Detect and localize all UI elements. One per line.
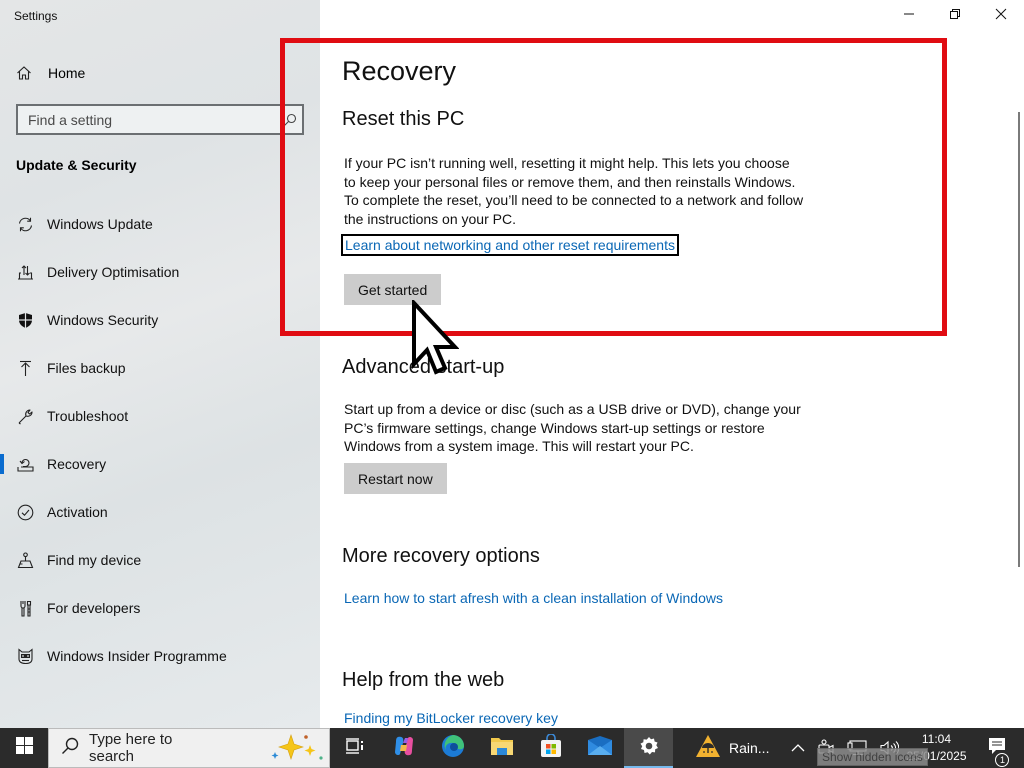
taskbar: Type here to search Rain... 11:04 25/01/…: [0, 728, 1024, 768]
sidebar-item-files-backup[interactable]: Files backup: [0, 344, 320, 392]
clock-date: 25/01/2025: [906, 749, 967, 763]
help-web-heading: Help from the web: [342, 669, 505, 691]
taskbar-search-box[interactable]: Type here to search: [48, 728, 330, 768]
recovery-icon: [16, 455, 34, 473]
notification-count-badge: 1: [995, 752, 1010, 767]
clean-install-link[interactable]: Learn how to start afresh with a clean i…: [344, 590, 723, 606]
get-started-button[interactable]: Get started: [344, 274, 442, 305]
minimize-button[interactable]: [886, 0, 932, 32]
home-icon: [16, 65, 32, 81]
system-tray: [791, 739, 900, 757]
shield-icon: [16, 311, 34, 329]
sidebar-item-for-developers[interactable]: For developers: [0, 584, 320, 632]
advanced-startup-heading: Advanced start-up: [342, 356, 505, 378]
reset-pc-description: If your PC isn’t running well, resetting…: [344, 155, 804, 227]
taskbar-task-view[interactable]: [330, 728, 379, 768]
restart-now-button[interactable]: Restart now: [344, 463, 447, 494]
sidebar-item-label: Windows Update: [47, 216, 153, 232]
camera-icon[interactable]: [817, 739, 835, 757]
sidebar-item-windows-security[interactable]: Windows Security: [0, 296, 320, 344]
more-recovery-heading: More recovery options: [342, 545, 540, 567]
taskbar-file-explorer[interactable]: [477, 728, 526, 768]
home-nav-item[interactable]: Home: [16, 62, 85, 84]
taskbar-edge[interactable]: [428, 728, 477, 768]
settings-gear-icon: [639, 736, 659, 761]
sidebar-item-activation[interactable]: Activation: [0, 488, 320, 536]
sidebar-item-label: For developers: [47, 600, 141, 616]
taskbar-weather-widget[interactable]: Rain...: [695, 734, 769, 763]
copilot-icon: [392, 734, 416, 763]
wrench-icon: [16, 407, 34, 425]
sync-icon: [16, 215, 34, 233]
taskbar-clock[interactable]: 11:04 25/01/2025: [905, 731, 967, 765]
find-setting-input[interactable]: [28, 111, 278, 128]
folder-icon: [490, 735, 514, 762]
sidebar-item-label: Recovery: [47, 456, 107, 472]
task-view-icon: [345, 737, 364, 759]
restore-icon: [949, 7, 961, 25]
reset-pc-heading: Reset this PC: [342, 108, 465, 130]
sidebar-item-find-my-device[interactable]: Find my device: [0, 536, 320, 584]
settings-sidebar: Settings Home Update & Security Windows …: [0, 0, 320, 728]
bitlocker-key-link[interactable]: Finding my BitLocker recovery key: [344, 710, 558, 726]
search-icon: [61, 737, 79, 760]
delivery-optimisation-icon: [16, 263, 34, 281]
sidebar-item-windows-insider[interactable]: Windows Insider Programme: [0, 632, 320, 680]
mail-icon: [587, 735, 613, 761]
sidebar-item-label: Troubleshoot: [47, 408, 129, 424]
recovery-page: Recovery Reset this PC If your PC isn’t …: [320, 0, 1024, 728]
windows-logo-icon: [15, 737, 33, 759]
insider-cat-icon: [16, 647, 34, 665]
restore-button[interactable]: [932, 0, 978, 32]
sidebar-nav: Windows Update Delivery Optimisation Win…: [0, 200, 320, 680]
close-button[interactable]: [978, 0, 1024, 32]
window-controls: [886, 0, 1024, 32]
taskbar-microsoft-store[interactable]: [526, 728, 575, 768]
sidebar-item-recovery[interactable]: Recovery: [0, 440, 320, 488]
section-title: Update & Security: [16, 157, 137, 173]
sidebar-item-label: Files backup: [47, 360, 126, 376]
sidebar-item-windows-update[interactable]: Windows Update: [0, 200, 320, 248]
weather-text: Rain...: [729, 740, 770, 756]
sidebar-item-label: Find my device: [47, 552, 142, 568]
advanced-startup-description: Start up from a device or disc (such as …: [344, 401, 801, 454]
start-button[interactable]: [0, 728, 48, 768]
upload-arrow-icon: [16, 359, 34, 377]
rain-warning-icon: [695, 734, 721, 763]
show-hidden-icons-button[interactable]: [791, 743, 805, 753]
find-device-icon: [16, 551, 34, 569]
find-setting-search[interactable]: [16, 104, 304, 135]
sidebar-item-delivery-optimisation[interactable]: Delivery Optimisation: [0, 248, 320, 296]
sidebar-item-label: Delivery Optimisation: [47, 264, 180, 280]
taskbar-copilot[interactable]: [379, 728, 428, 768]
home-label: Home: [48, 65, 86, 81]
sidebar-item-label: Windows Insider Programme: [47, 648, 227, 664]
taskbar-settings[interactable]: [624, 728, 673, 768]
sidebar-item-label: Windows Security: [47, 312, 159, 328]
content-scrollbar[interactable]: [1018, 112, 1020, 567]
close-icon: [995, 7, 1007, 25]
sidebar-item-troubleshoot[interactable]: Troubleshoot: [0, 392, 320, 440]
app-title: Settings: [14, 9, 58, 23]
reset-requirements-link[interactable]: Learn about networking and other reset r…: [341, 234, 679, 256]
volume-icon[interactable]: [879, 739, 900, 757]
taskbar-search-placeholder: Type here to search: [89, 731, 173, 765]
taskbar-mail[interactable]: [575, 728, 624, 768]
minimize-icon: [903, 7, 915, 25]
network-icon[interactable]: [847, 739, 868, 757]
search-icon[interactable]: [278, 110, 302, 130]
store-bag-icon: [539, 732, 563, 763]
developer-tools-icon: [16, 599, 34, 617]
search-highlight-sparkle-icon: [267, 731, 329, 766]
page-title: Recovery: [342, 56, 457, 86]
edge-browser-icon: [441, 734, 465, 763]
clock-time: 11:04: [921, 732, 952, 746]
action-center-button[interactable]: 1: [981, 736, 1013, 767]
sidebar-item-label: Activation: [47, 504, 108, 520]
check-circle-icon: [16, 503, 34, 521]
